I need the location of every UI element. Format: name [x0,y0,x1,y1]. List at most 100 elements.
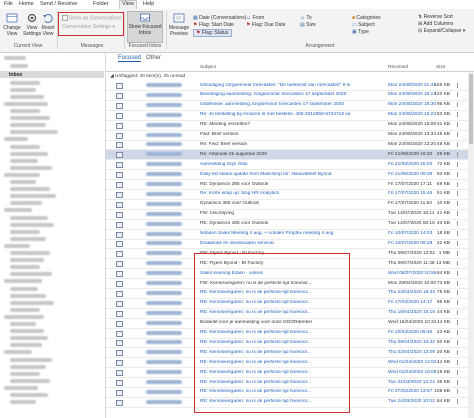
message-row[interactable]: Uitnodiging zorgseminar forecasten: "De … [106,81,468,91]
arrange-type[interactable]: ▣ Type [352,29,369,35]
flag-icon[interactable] [457,151,462,157]
nav-folder-item[interactable] [10,357,52,364]
tab-send-receive[interactable]: Send / Receive [40,1,77,7]
flag-icon[interactable] [457,211,462,217]
nav-folder-item[interactable] [4,350,32,357]
nav-folder-item[interactable] [10,272,52,279]
column-size[interactable]: Size [436,65,445,70]
arrange-subject[interactable]: ▭ Subject [352,22,375,28]
flag-icon[interactable] [457,171,462,177]
nav-folder-item[interactable] [4,314,44,321]
message-row[interactable]: Fwd: Brief version Mon 24/08/2020 13:34 45… [106,131,468,141]
arrange-flag-start[interactable]: ⚑ Flag: Start Date [193,22,234,28]
arrange-flag-status[interactable]: ⚑ Flag: Status [193,29,232,37]
column-received[interactable]: Received [388,65,408,70]
message-row[interactable]: Re: Je bestelling bij Amazon.nl met best… [106,111,468,121]
flag-icon[interactable] [457,132,462,137]
tab-view[interactable]: View [119,0,137,9]
arrange-from[interactable]: ☺ From [246,15,264,21]
tab-home[interactable]: Home [19,1,34,7]
nav-folder-item[interactable] [10,378,50,385]
message-row[interactable]: Re: Fwd: Brief version Mon 24/08/2020 13:… [106,140,468,151]
flag-icon[interactable] [457,141,462,147]
show-focused-inbox-button[interactable]: Show Focused Inbox [127,11,163,43]
nav-folder-item[interactable] [10,222,54,229]
flag-icon[interactable] [457,349,462,355]
message-preview-dropdown[interactable]: Message Preview [168,12,190,37]
message-row[interactable]: Re: Korte wrap up: blog HR Analytics Fri … [106,190,468,200]
flag-icon[interactable] [457,280,462,286]
nav-folder-item[interactable] [10,300,54,307]
flag-icon[interactable] [457,250,462,256]
nav-folder-item[interactable] [10,144,40,151]
view-settings-button[interactable]: View Settings [23,12,41,37]
flag-icon[interactable] [457,260,462,266]
nav-folder-item[interactable] [10,321,36,328]
nav-folder-item[interactable] [10,80,40,87]
flag-icon[interactable] [457,310,462,316]
nav-folder-item[interactable] [10,194,56,201]
nav-folder-item[interactable] [10,364,46,371]
nav-folder-item[interactable] [10,286,38,293]
arrange-date-conversations[interactable]: ▦ Date (Conversations) [193,15,246,21]
message-row[interactable]: RE: Dynamics 365 voor Outlook Tue 14/07/2… [106,220,468,230]
nav-folder-item[interactable] [10,236,46,243]
arrange-size[interactable]: ▤ Size [300,22,316,28]
flag-icon[interactable] [457,161,462,167]
expand-collapse-dropdown[interactable]: ⊟ Expand/Collapse ▾ [418,28,465,34]
message-row[interactable]: Bevestiging aanmelding: zorgseminar fore… [106,91,468,101]
conversation-settings-dropdown[interactable]: Conversation Settings ▾ [62,24,115,30]
flag-icon[interactable] [457,369,462,375]
flag-icon[interactable] [457,290,462,296]
nav-folder-item[interactable] [10,343,42,350]
message-row[interactable]: Dynamics 365 voor Outlook Fri 17/07/2020 … [106,200,468,210]
message-row[interactable]: Aanmelding Glijn Glas Fri 21/08/2020 15:2… [106,160,468,171]
flag-icon[interactable] [457,92,462,98]
nav-folder-item[interactable] [10,336,48,343]
nav-folder-item[interactable] [10,116,50,123]
nav-folder-item[interactable] [10,201,42,208]
tab-other[interactable]: Other [146,55,161,61]
nav-folder-item[interactable] [10,179,36,186]
nav-folder-item[interactable] [4,385,38,392]
message-row[interactable]: Uitdefinitie: aanmelding zorgseminar for… [106,101,468,111]
flag-icon[interactable] [457,399,462,405]
flag-icon[interactable] [457,389,462,395]
nav-folder-item[interactable] [10,151,48,158]
arrange-to[interactable]: ☺ To [300,15,312,21]
flag-icon[interactable] [457,359,462,365]
flag-icon[interactable] [457,330,462,335]
column-subject[interactable]: Subject [200,65,216,70]
message-list-scrollbar[interactable] [468,72,474,418]
flag-icon[interactable] [457,240,462,246]
nav-folder-item[interactable] [10,392,48,399]
reset-view-button[interactable]: Reset View [41,12,55,37]
nav-folder-item[interactable] [10,215,48,222]
nav-folder-item[interactable] [4,208,32,215]
nav-folder-item[interactable] [10,400,36,407]
flag-icon[interactable] [457,191,462,197]
show-as-conversations-checkbox[interactable]: Show as Conversations [62,15,122,21]
nav-folder-item[interactable] [10,265,40,272]
nav-folder-item[interactable] [10,108,40,115]
nav-folder-item[interactable] [10,187,50,194]
nav-folder-item[interactable] [10,293,46,300]
change-view-button[interactable]: Change View [3,12,21,37]
nav-folder-item[interactable] [10,123,46,130]
nav-folder-item[interactable] [10,371,40,378]
flag-icon[interactable] [457,339,462,345]
arrange-flag-due[interactable]: ⚑ Flag: Due Date [246,22,286,28]
flag-icon[interactable] [457,82,462,88]
nav-folder-item[interactable] [4,137,28,144]
message-row[interactable]: RE: Dynamics 365 voor Outlook Fri 17/07/2… [106,180,468,190]
nav-folder-item[interactable] [10,250,50,257]
flag-icon[interactable] [457,102,462,108]
tab-help[interactable]: Help [143,1,154,7]
nav-folder-item[interactable] [4,101,48,108]
arrange-categories[interactable]: ■ Categories [352,15,381,21]
flag-icon[interactable] [457,201,462,207]
nav-folder-item[interactable] [10,87,36,94]
tab-file[interactable]: File [4,1,13,7]
message-row[interactable]: FW: Inschrijving Tue 14/07/2020 16:11 21 K… [106,210,468,220]
nav-folder-item[interactable] [10,130,58,137]
